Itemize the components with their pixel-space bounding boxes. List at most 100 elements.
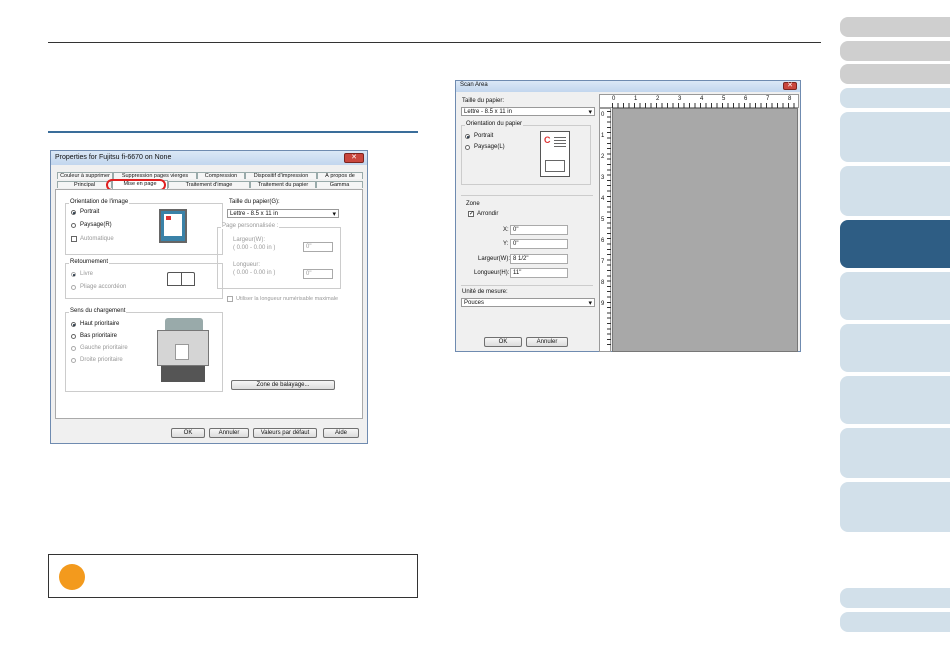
ruler-left-7: 7 xyxy=(601,259,605,265)
livre-radio[interactable] xyxy=(71,272,76,277)
zone-balayage-button[interactable]: Zone de balayage... xyxy=(231,380,335,390)
scan-preview-area[interactable] xyxy=(612,108,798,352)
side-tab-5[interactable] xyxy=(840,112,950,162)
properties-titlebar: Properties for Fujitsu fi-6670 on None ✕ xyxy=(51,151,367,165)
tab-traitement-image[interactable]: Traitement d'image xyxy=(168,181,250,188)
sa-annuler-button[interactable]: Annuler xyxy=(526,337,568,347)
haut-label: Haut prioritaire xyxy=(80,321,120,327)
ruler-left-3: 3 xyxy=(601,175,605,181)
tab-principal[interactable]: Principal xyxy=(57,181,112,188)
bas-label: Bas prioritaire xyxy=(80,333,118,339)
side-tab-14[interactable] xyxy=(840,612,950,632)
tab-gamma[interactable]: Gamma xyxy=(316,181,363,188)
paysage-label: Paysage(R) xyxy=(80,222,112,228)
ruler-top-5: 5 xyxy=(722,96,726,102)
utiliser-checkbox[interactable] xyxy=(227,296,233,302)
taille-label: Taille du papier(G): xyxy=(229,199,280,205)
sa-longueur-input[interactable]: 11" xyxy=(510,268,568,278)
automatique-checkbox[interactable] xyxy=(71,236,77,242)
ruler-left-5: 5 xyxy=(601,217,605,223)
side-tab-active[interactable] xyxy=(840,220,950,268)
sa-taille-label: Taille du papier: xyxy=(462,98,505,104)
tab-traitement-papier[interactable]: Traitement du papier xyxy=(250,181,316,188)
largeur-input[interactable]: 0" xyxy=(303,242,333,252)
sa-arrondir-checkbox[interactable]: ✓ xyxy=(468,211,474,217)
note-box xyxy=(48,554,418,598)
sa-y-input[interactable]: 0" xyxy=(510,239,568,249)
annuler-button[interactable]: Annuler xyxy=(209,428,249,438)
tab-dispositif[interactable]: Dispositif d'impression xyxy=(245,172,317,179)
side-tab-6[interactable] xyxy=(840,166,950,216)
tab-suppression[interactable]: Suppression pages vierges xyxy=(113,172,197,179)
retournement-label: Retournement xyxy=(69,259,110,265)
sa-divider-2 xyxy=(461,285,593,286)
defaut-button[interactable]: Valeurs par défaut xyxy=(253,428,317,438)
sa-arrondir-label: Arrondir xyxy=(477,211,499,217)
sa-largeur-input[interactable]: 8 1/2" xyxy=(510,254,568,264)
pliage-radio[interactable] xyxy=(71,285,76,290)
paysage-radio[interactable] xyxy=(71,223,76,228)
sa-y-label: Y: xyxy=(503,241,509,247)
utiliser-label: Utiliser la longueur numérisable maximal… xyxy=(236,296,339,302)
haut-radio[interactable] xyxy=(71,322,76,327)
ruler-left-1: 1 xyxy=(601,133,605,139)
bas-radio[interactable] xyxy=(71,334,76,339)
longueur-label: Longueur: xyxy=(233,262,261,268)
tab-apropos[interactable]: À propos de xyxy=(317,172,363,179)
monitor-icon xyxy=(159,209,187,243)
portrait-label: Portrait xyxy=(80,209,100,215)
gauche-label: Gauche prioritaire xyxy=(80,345,128,351)
droite-radio[interactable] xyxy=(71,358,76,363)
side-tab-12[interactable] xyxy=(840,482,950,532)
aide-button[interactable]: Aide xyxy=(323,428,359,438)
warning-icon xyxy=(59,564,85,590)
largeur-range: ( 0.00 - 0.00 in ) xyxy=(233,245,276,251)
side-tab-2[interactable] xyxy=(840,41,950,61)
side-tab-13[interactable] xyxy=(840,588,950,608)
sa-taille-select[interactable]: Lettre - 8.5 x 11 in xyxy=(461,107,595,116)
ruler-top-1: 1 xyxy=(634,96,638,102)
sa-largeur-label: Largeur(W): xyxy=(478,256,511,262)
ok-button[interactable]: OK xyxy=(171,428,205,438)
ruler-top-8: 8 xyxy=(788,96,792,102)
sa-x-label: X: xyxy=(503,227,509,233)
sa-divider xyxy=(461,195,593,196)
sa-paysage-radio[interactable] xyxy=(465,145,470,150)
sa-longueur-label: Longueur(H): xyxy=(474,270,510,276)
largeur-label: Largeur(W): xyxy=(233,237,266,243)
ruler-top-0: 0 xyxy=(612,96,616,102)
side-tab-8[interactable] xyxy=(840,272,950,320)
side-tab-11[interactable] xyxy=(840,428,950,478)
longueur-range: ( 0.00 - 0.00 in ) xyxy=(233,270,276,276)
close-icon[interactable]: ✕ xyxy=(783,82,797,90)
tab-compression[interactable]: Compression xyxy=(197,172,245,179)
sa-x-input[interactable]: 0" xyxy=(510,225,568,235)
longueur-input[interactable]: 0" xyxy=(303,269,333,279)
ruler-top-7: 7 xyxy=(766,96,770,102)
side-tab-3[interactable] xyxy=(840,64,950,84)
ruler-left-4: 4 xyxy=(601,196,605,202)
page-perso-label: Page personnalisée : xyxy=(221,223,280,229)
ruler-left-6: 6 xyxy=(601,238,605,244)
ruler-top-6: 6 xyxy=(744,96,748,102)
close-icon[interactable]: ✕ xyxy=(344,153,364,163)
side-tab-9[interactable] xyxy=(840,324,950,372)
page-preview-icon: C xyxy=(540,131,570,177)
ruler-left-2: 2 xyxy=(601,154,605,160)
sa-ok-button[interactable]: OK xyxy=(484,337,522,347)
gauche-radio[interactable] xyxy=(71,346,76,351)
livre-label: Livre xyxy=(80,271,94,277)
sa-portrait-radio[interactable] xyxy=(465,134,470,139)
sa-unite-select[interactable]: Pouces xyxy=(461,298,595,307)
taille-select[interactable]: Lettre - 8.5 x 11 in xyxy=(227,209,339,218)
ruler-top-3: 3 xyxy=(678,96,682,102)
side-tab-10[interactable] xyxy=(840,376,950,424)
ruler-top: 0 1 2 3 4 5 6 7 8 xyxy=(599,94,799,108)
scan-area-dialog: Scan Area ✕ Taille du papier: Lettre - 8… xyxy=(455,80,801,352)
side-tab-1[interactable] xyxy=(840,17,950,37)
tab-couleur[interactable]: Couleur à supprimer xyxy=(57,172,113,179)
scanner-icon xyxy=(155,314,211,384)
side-tab-4[interactable] xyxy=(840,88,950,108)
sa-zone-label: Zone xyxy=(466,201,480,207)
portrait-radio[interactable] xyxy=(71,210,76,215)
